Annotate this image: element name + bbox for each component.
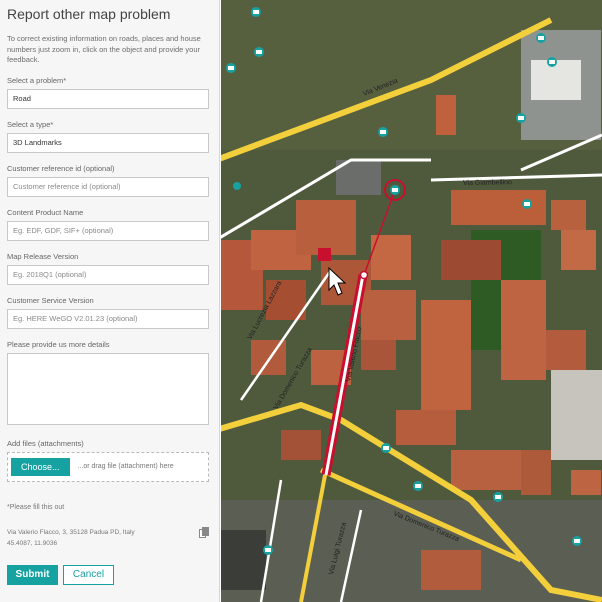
problem-location-marker[interactable] bbox=[318, 248, 331, 261]
customer-ref-input[interactable]: Customer reference id (optional) bbox=[7, 176, 209, 197]
service-version-label: Customer Service Version bbox=[7, 295, 94, 305]
type-select[interactable]: 3D Landmarks bbox=[7, 132, 209, 153]
coordinates-text: 45.4087, 11.9036 bbox=[7, 539, 58, 547]
cancel-button[interactable]: Cancel bbox=[63, 564, 114, 585]
problem-label: Select a problem* bbox=[7, 75, 67, 85]
customer-ref-label: Customer reference id (optional) bbox=[7, 163, 115, 173]
map-release-input[interactable]: Eg. 2018Q1 (optional) bbox=[7, 264, 209, 285]
service-version-input[interactable]: Eg. HERE WeGO V2.01.23 (optional) bbox=[7, 308, 209, 329]
address-text: Via Valerio Flacco, 3, 35128 Padua PD, I… bbox=[7, 528, 135, 536]
grey-roof-building bbox=[551, 370, 602, 460]
selected-location: Via Valerio Flacco, 3, 35128 Padua PD, I… bbox=[7, 526, 212, 549]
form-actions: Submit Cancel bbox=[7, 564, 212, 585]
street-label-via-giambellino: Via Giambellino bbox=[463, 179, 512, 187]
satellite-map[interactable]: Via Venezia Via Giambellino Via Valerio … bbox=[221, 0, 602, 602]
file-drop-zone[interactable]: Choose... ...or drag file (attachment) h… bbox=[7, 451, 209, 482]
intro-text: To correct existing information on roads… bbox=[7, 34, 201, 64]
selected-point-marker[interactable] bbox=[359, 270, 369, 280]
copy-icon[interactable] bbox=[199, 526, 209, 538]
type-label: Select a type* bbox=[7, 119, 54, 129]
required-note: *Please fill this out bbox=[7, 503, 65, 511]
report-form-panel: Report other map problem To correct exis… bbox=[0, 0, 220, 602]
poi-icon bbox=[233, 182, 241, 190]
details-textarea[interactable] bbox=[7, 352, 209, 425]
choose-file-button[interactable]: Choose... bbox=[11, 457, 70, 476]
drop-hint: ...or drag file (attachment) here bbox=[77, 463, 174, 470]
problem-select[interactable]: Road bbox=[7, 88, 209, 109]
white-roof-building bbox=[531, 60, 581, 100]
submit-button[interactable]: Submit bbox=[7, 564, 58, 585]
content-product-input[interactable]: Eg. EDF, GDF, SIF+ (optional) bbox=[7, 220, 209, 241]
panel-title: Report other map problem bbox=[7, 6, 171, 22]
files-label: Add files (attachments) bbox=[7, 438, 84, 448]
map-view[interactable]: Via Venezia Via Giambellino Via Valerio … bbox=[221, 0, 602, 602]
details-label: Please provide us more details bbox=[7, 339, 110, 349]
content-product-label: Content Product Name bbox=[7, 207, 84, 217]
map-release-label: Map Release Version bbox=[7, 251, 79, 261]
